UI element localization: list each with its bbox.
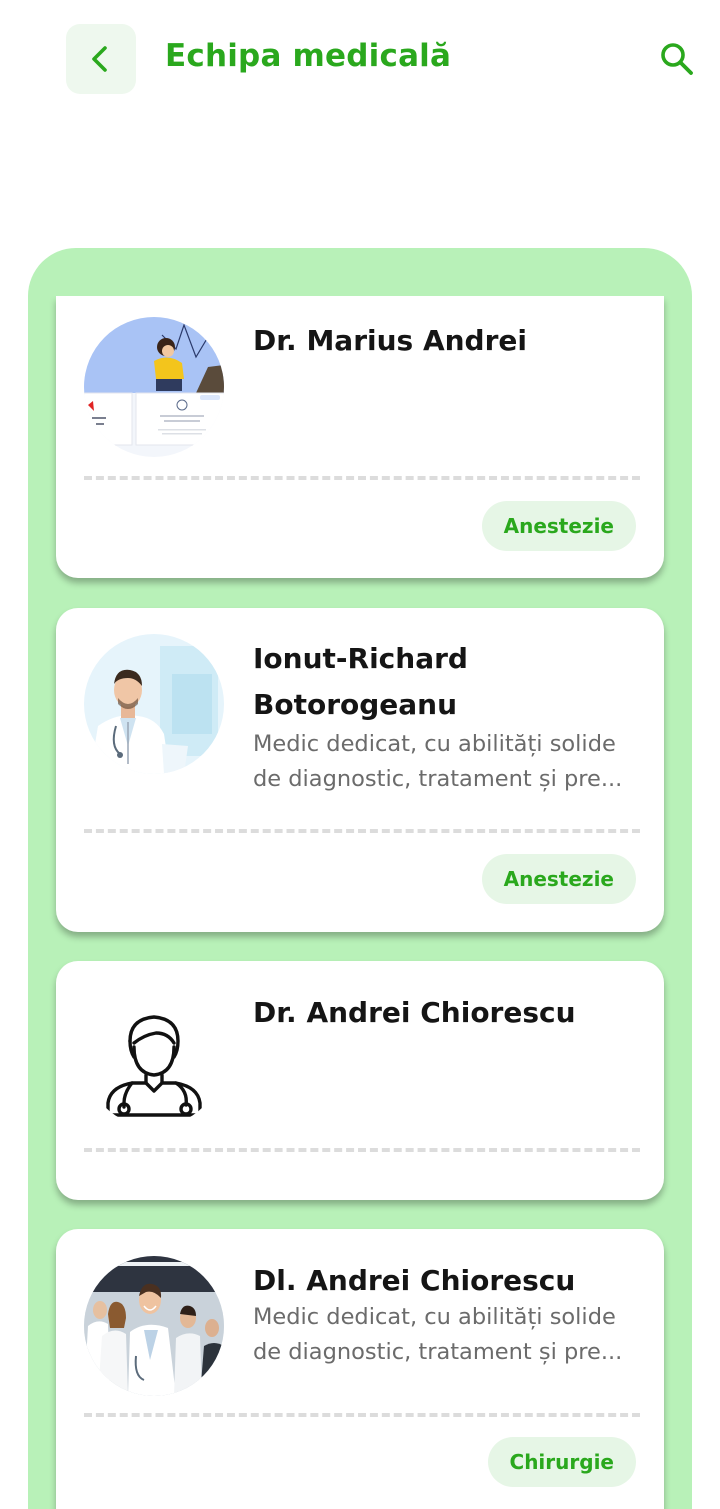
doctor-name-line2: Botorogeanu xyxy=(253,688,458,721)
back-button[interactable] xyxy=(66,24,136,94)
card-divider xyxy=(84,829,640,833)
specialty-tag: Chirurgie xyxy=(487,1437,636,1487)
doctor-name: Dr. Marius Andrei xyxy=(253,324,527,357)
card-divider xyxy=(84,1148,640,1152)
doctor-name-line1: Ionut-Richard xyxy=(253,642,468,675)
doctor-name: Ionut-Richard Botorogeanu xyxy=(253,636,640,728)
doctors-list[interactable]: Dr. Marius Andrei Anestezie Ionut-Richar… xyxy=(28,296,692,1509)
doctor-description-line2: de diagnostic, tratament și pre... xyxy=(253,1339,623,1365)
specialty-tag: Anestezie xyxy=(481,854,636,904)
doctor-card[interactable]: Dl. Andrei Chiorescu Medic dedicat, cu a… xyxy=(56,1229,664,1509)
card-divider xyxy=(84,476,640,480)
doctor-description-line1: Medic dedicat, cu abilități solide xyxy=(253,1304,616,1330)
doctor-avatar xyxy=(84,987,224,1127)
page: Echipa medicală Dr. Marius Andrei Aneste… xyxy=(0,0,720,1509)
doctor-card[interactable]: Ionut-Richard Botorogeanu Medic dedicat,… xyxy=(56,608,664,932)
doctor-name: Dl. Andrei Chiorescu xyxy=(253,1264,576,1297)
specialty-tag: Anestezie xyxy=(481,501,636,551)
doctor-card[interactable]: Dr. Andrei Chiorescu xyxy=(56,961,664,1200)
doctor-avatar xyxy=(84,317,224,457)
doctor-avatar xyxy=(84,634,224,774)
doctor-description-line2: de diagnostic, tratament și pre... xyxy=(253,766,623,792)
chevron-left-icon xyxy=(92,46,107,72)
doctor-card[interactable]: Dr. Marius Andrei Anestezie xyxy=(56,296,664,578)
doctor-description: Medic dedicat, cu abilități solide de di… xyxy=(253,727,634,797)
page-title: Echipa medicală xyxy=(165,38,452,74)
search-icon xyxy=(661,43,693,75)
search-button[interactable] xyxy=(658,40,696,78)
doctor-avatar xyxy=(84,1256,224,1396)
card-divider xyxy=(84,1413,640,1417)
doctor-name: Dr. Andrei Chiorescu xyxy=(253,996,576,1029)
doctor-outline-icon xyxy=(106,1015,202,1117)
doctor-description: Medic dedicat, cu abilități solide de di… xyxy=(253,1300,634,1370)
doctor-description-line1: Medic dedicat, cu abilități solide xyxy=(253,731,616,757)
